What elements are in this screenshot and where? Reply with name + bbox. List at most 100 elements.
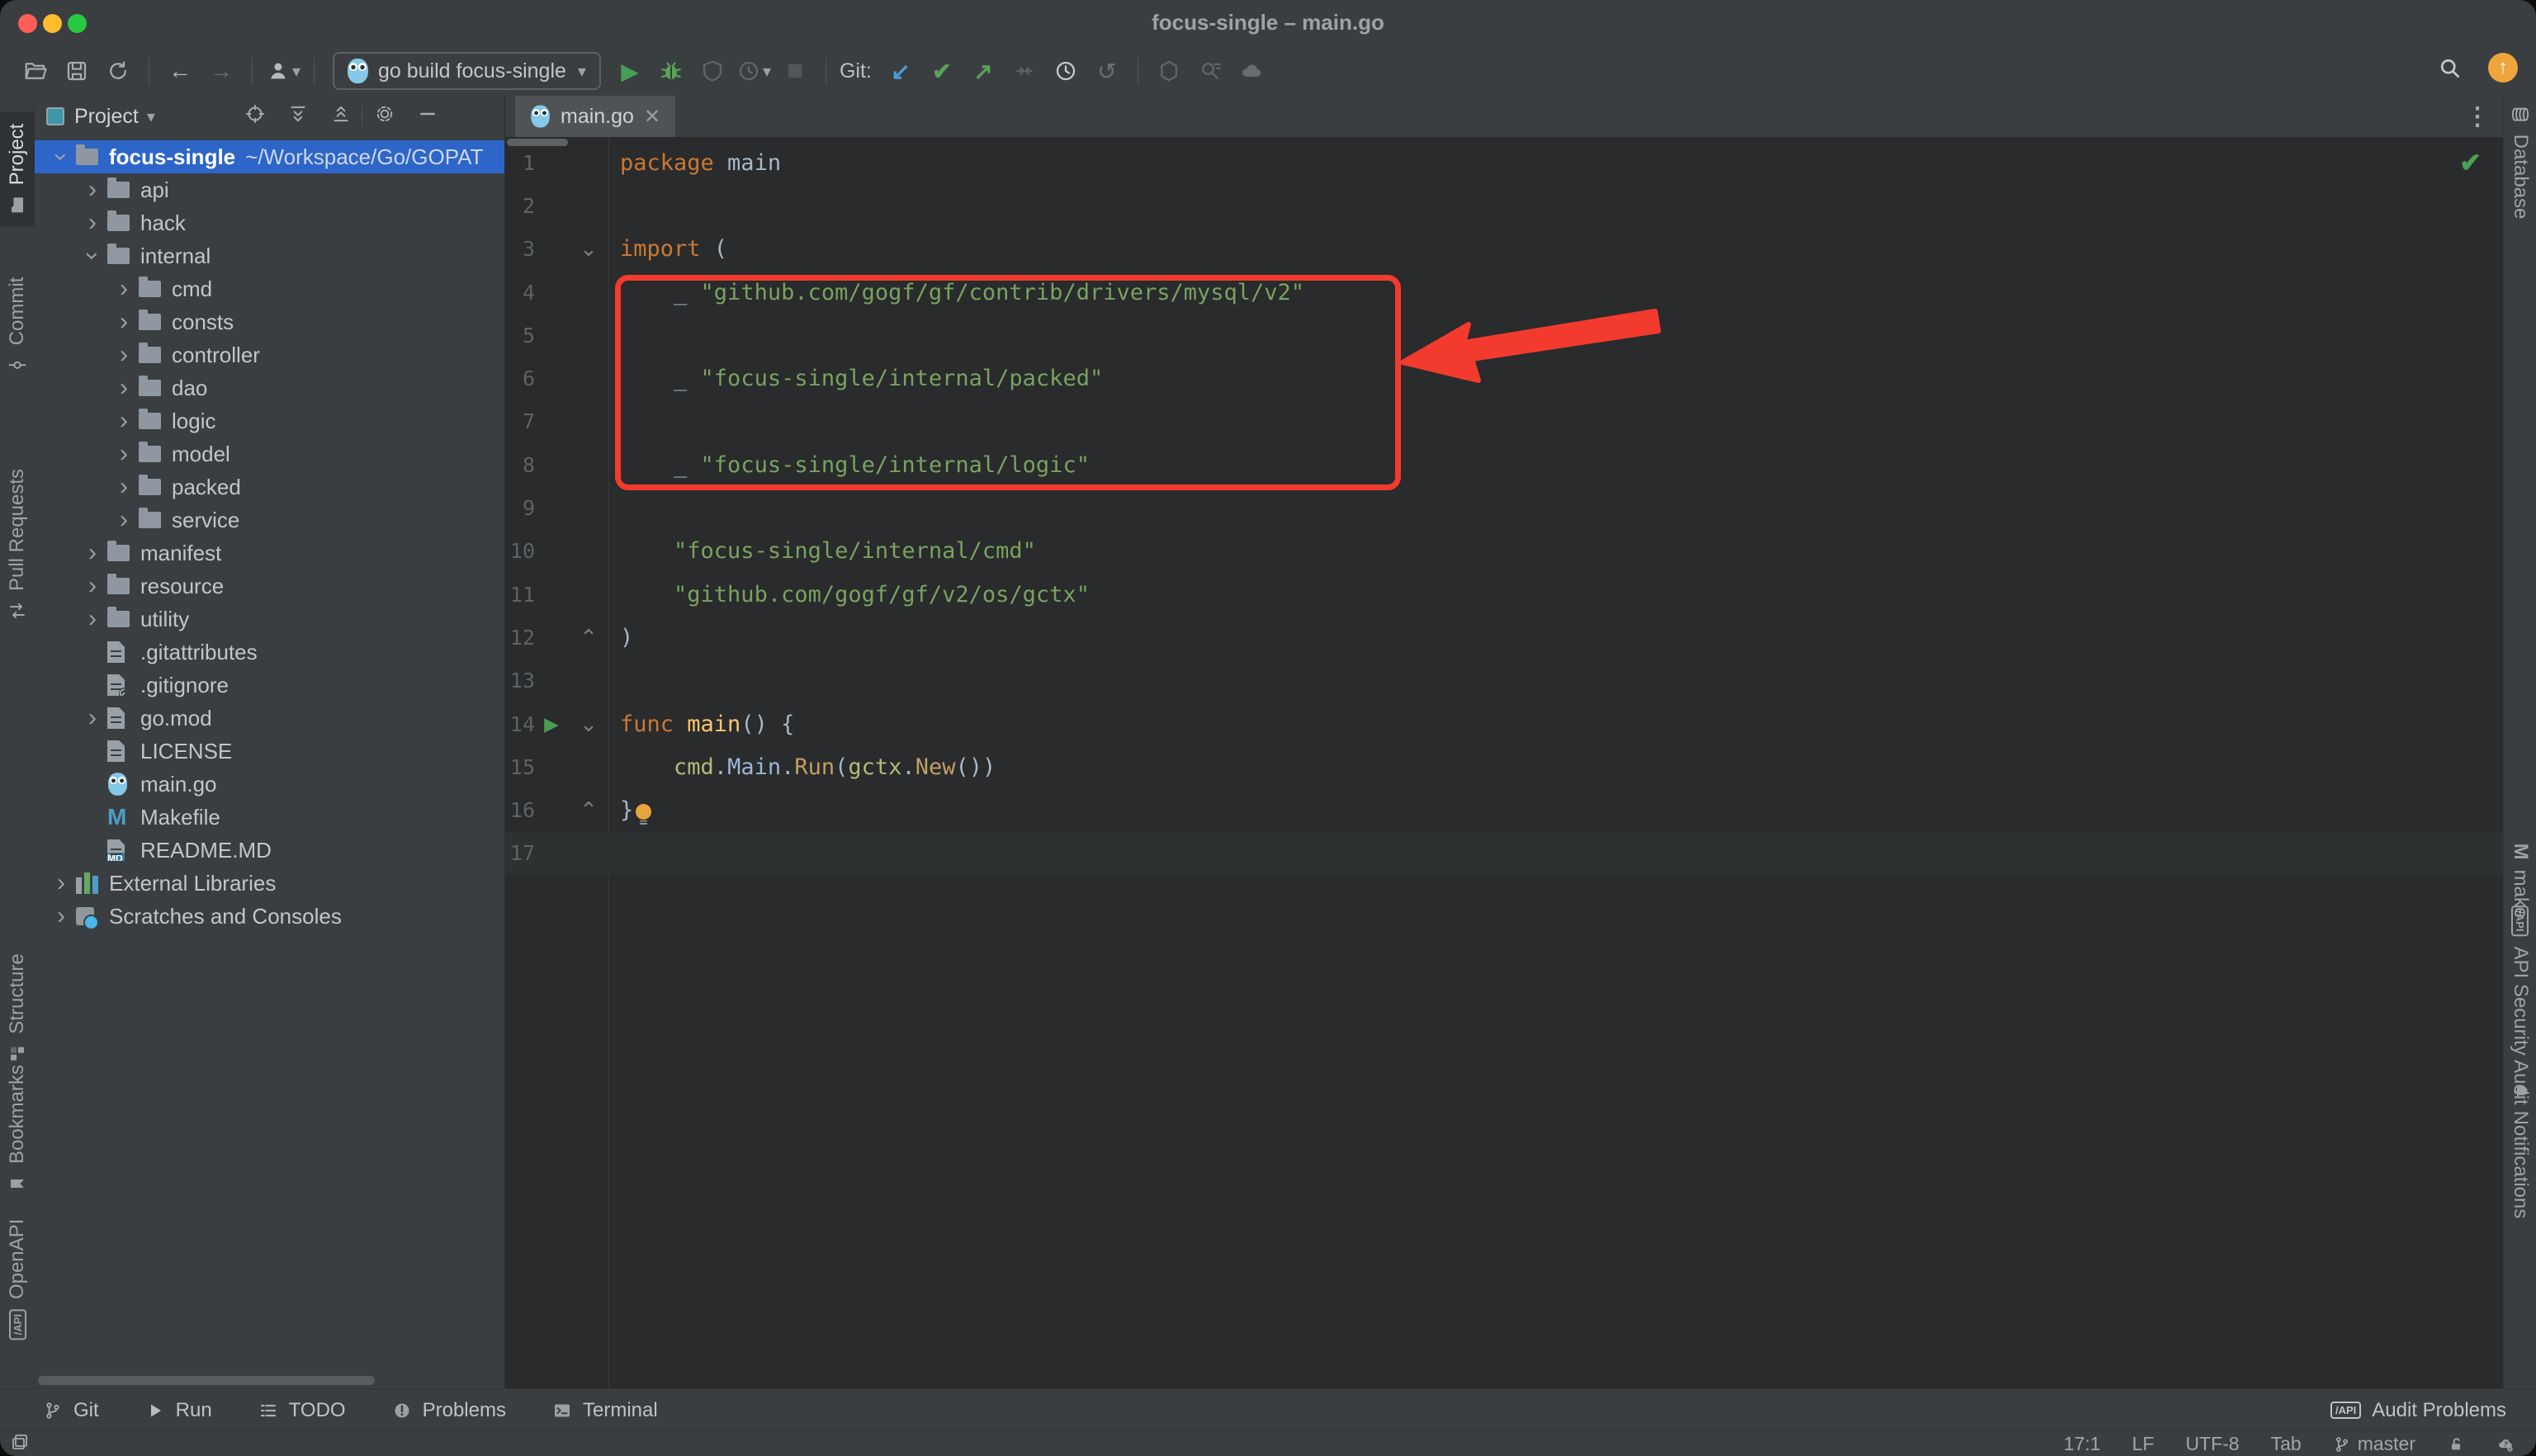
- cloud-icon[interactable]: [1231, 51, 1272, 91]
- chevron-down-icon[interactable]: ▾: [147, 106, 155, 127]
- locate-file-icon[interactable]: [244, 103, 266, 130]
- forward-icon[interactable]: →: [201, 51, 242, 91]
- shelf-icon[interactable]: [1148, 51, 1190, 91]
- inspections-ok-icon[interactable]: ✔: [2459, 147, 2482, 178]
- chevron-icon[interactable]: ›: [109, 442, 139, 466]
- tree-item-cmd[interactable]: ›cmd: [35, 272, 504, 305]
- line-ending[interactable]: LF: [2132, 1433, 2155, 1455]
- debug-button[interactable]: [651, 51, 692, 91]
- search-icon[interactable]: [2429, 48, 2470, 87]
- code-line-10[interactable]: 10 "focus-single/internal/cmd": [505, 530, 2503, 573]
- tree-item-makefile[interactable]: MMakefile: [35, 801, 504, 834]
- run-main-gutter-icon[interactable]: ▶: [535, 713, 568, 735]
- profiler-button[interactable]: ▾: [733, 51, 774, 91]
- toolwindow-tab-project[interactable]: Project: [0, 112, 37, 227]
- expand-all-icon[interactable]: [287, 103, 309, 130]
- chevron-icon[interactable]: ›: [46, 904, 76, 929]
- tree-item-logic[interactable]: ›logic: [35, 404, 504, 437]
- save-all-icon[interactable]: [56, 51, 97, 91]
- chevron-icon[interactable]: ›: [78, 177, 107, 202]
- code-line-17[interactable]: 17: [505, 832, 2503, 875]
- git-rollback-icon[interactable]: ↺: [1086, 51, 1128, 91]
- chevron-icon[interactable]: ›: [49, 142, 73, 172]
- chevron-icon[interactable]: ›: [109, 310, 139, 334]
- tree-item-readme-md[interactable]: README.MD: [35, 834, 504, 867]
- sync-icon[interactable]: [97, 51, 139, 91]
- profile-icon[interactable]: ▾: [263, 51, 304, 91]
- tree-item-model[interactable]: ›model: [35, 437, 504, 470]
- toolwindow-tab-database[interactable]: Database: [2501, 93, 2536, 231]
- toolwindow-button-todo[interactable]: TODO: [258, 1399, 346, 1422]
- run-button[interactable]: ▶: [609, 51, 651, 91]
- fold-marker-icon[interactable]: ⌃: [568, 797, 609, 823]
- tree-item-resource[interactable]: ›resource: [35, 570, 504, 603]
- horizontal-scrollbar[interactable]: [38, 1376, 375, 1385]
- project-panel-title[interactable]: Project: [74, 105, 139, 129]
- tree-item--gitignore[interactable]: .gitignore: [35, 669, 504, 702]
- code-line-9[interactable]: 9: [505, 486, 2503, 529]
- code-line-3[interactable]: 3⌄import (: [505, 228, 2503, 271]
- toolwindow-switcher-icon[interactable]: [10, 1432, 30, 1456]
- tree-item-internal[interactable]: ›internal: [35, 239, 504, 272]
- chevron-icon[interactable]: ›: [80, 241, 105, 271]
- run-with-coverage-button[interactable]: [692, 51, 733, 91]
- indent-mode[interactable]: Tab: [2271, 1433, 2302, 1455]
- back-icon[interactable]: ←: [159, 51, 201, 91]
- tree-item-controller[interactable]: ›controller: [35, 338, 504, 371]
- tree-item--gitattributes[interactable]: .gitattributes: [35, 636, 504, 669]
- run-configuration-select[interactable]: go build focus-single ▾: [333, 52, 601, 90]
- tab-main-go[interactable]: main.go ✕: [515, 96, 675, 137]
- lightbulb-icon[interactable]: [636, 804, 651, 820]
- chevron-icon[interactable]: ›: [78, 574, 107, 598]
- git-update-button[interactable]: ↙: [880, 51, 921, 91]
- tree-item-utility[interactable]: ›utility: [35, 603, 504, 636]
- chevron-icon[interactable]: ›: [78, 706, 107, 730]
- git-merge-icon[interactable]: [1004, 51, 1045, 91]
- tree-item-scratches-and-consoles[interactable]: ›Scratches and Consoles: [35, 900, 504, 933]
- tree-item-api[interactable]: ›api: [35, 173, 504, 206]
- git-commit-button[interactable]: ✔: [921, 51, 963, 91]
- tree-item-service[interactable]: ›service: [35, 503, 504, 537]
- tree-item-dao[interactable]: ›dao: [35, 371, 504, 404]
- git-history-icon[interactable]: [1045, 51, 1086, 91]
- toolwindow-tab-pull-requests[interactable]: Pull Requests: [0, 457, 37, 632]
- chevron-icon[interactable]: ›: [109, 376, 139, 400]
- tree-item-manifest[interactable]: ›manifest: [35, 537, 504, 570]
- git-branch-widget[interactable]: master: [2333, 1433, 2415, 1455]
- toolwindow-tab-commit[interactable]: Commit: [0, 266, 37, 387]
- caret-position[interactable]: 17:1: [2064, 1433, 2101, 1455]
- editor-content[interactable]: 1package main23⌄import (4 _ "github.com/…: [505, 137, 2503, 1388]
- chevron-icon[interactable]: ›: [46, 871, 76, 896]
- chevron-icon[interactable]: ›: [109, 343, 139, 367]
- toolwindow-button-audit-problems[interactable]: /APIAudit Problems: [2330, 1399, 2506, 1422]
- code-line-2[interactable]: 2: [505, 184, 2503, 227]
- file-encoding[interactable]: UTF-8: [2185, 1433, 2239, 1455]
- git-push-button[interactable]: ↗: [963, 51, 1004, 91]
- unlock-icon[interactable]: [2447, 1435, 2465, 1454]
- settings-gear-icon[interactable]: [374, 103, 395, 130]
- cloud-help-icon[interactable]: ?: [2496, 1435, 2515, 1454]
- fold-marker-icon[interactable]: ⌄: [568, 711, 609, 737]
- chevron-icon[interactable]: ›: [78, 210, 107, 235]
- hide-panel-icon[interactable]: [417, 103, 438, 130]
- code-line-1[interactable]: 1package main: [505, 141, 2503, 184]
- code-line-14[interactable]: 14▶⌄func main() {: [505, 702, 2503, 745]
- code-line-13[interactable]: 13: [505, 659, 2503, 702]
- fold-marker-icon[interactable]: ⌄: [568, 236, 609, 262]
- toolwindow-button-terminal[interactable]: Terminal: [552, 1399, 658, 1422]
- chevron-icon[interactable]: ›: [109, 508, 139, 532]
- code-line-16[interactable]: 16⌃}: [505, 788, 2503, 831]
- chevron-icon[interactable]: ›: [78, 541, 107, 565]
- chevron-icon[interactable]: ›: [109, 277, 139, 301]
- toolwindow-button-git[interactable]: Git: [43, 1399, 99, 1422]
- code-line-11[interactable]: 11 "github.com/gogf/gf/v2/os/gctx": [505, 573, 2503, 616]
- tree-item-external-libraries[interactable]: ›External Libraries: [35, 867, 504, 900]
- toolwindow-button-problems[interactable]: Problems: [392, 1399, 506, 1422]
- fold-marker-icon[interactable]: ⌃: [568, 625, 609, 650]
- code-line-15[interactable]: 15 cmd.Main.Run(gctx.New()): [505, 745, 2503, 788]
- more-options-kebab-icon[interactable]: ⋮: [2465, 102, 2490, 131]
- tree-item-hack[interactable]: ›hack: [35, 206, 504, 239]
- chevron-icon[interactable]: ›: [78, 607, 107, 631]
- tree-item-focus-single[interactable]: ›focus-single~/Workspace/Go/GOPAT: [35, 140, 504, 173]
- tree-item-main-go[interactable]: main.go: [35, 768, 504, 801]
